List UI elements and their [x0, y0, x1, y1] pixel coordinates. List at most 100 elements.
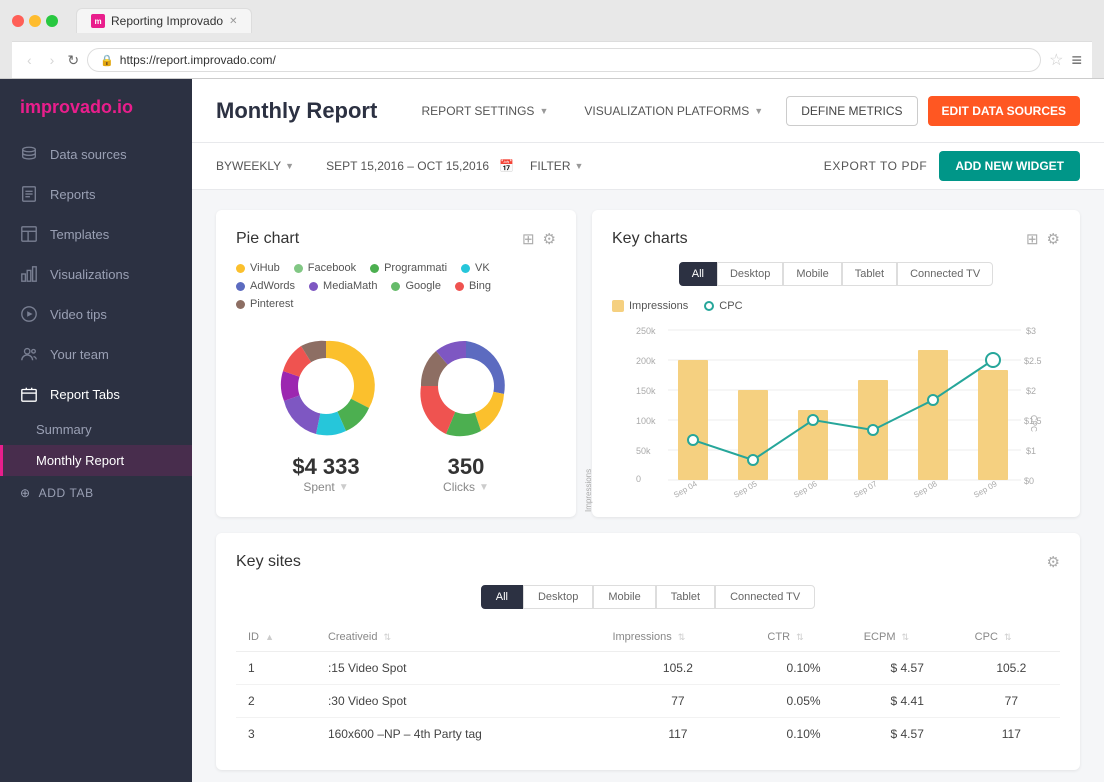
legend-dot — [309, 282, 318, 291]
sort-icon: ▲ — [265, 632, 274, 642]
browser-menu-button[interactable]: ≡ — [1071, 50, 1082, 71]
close-button[interactable] — [12, 15, 24, 27]
svg-text:$2.5: $2.5 — [1024, 356, 1042, 366]
gear-icon[interactable]: ⚙ — [543, 230, 556, 248]
key-tab-desktop[interactable]: Desktop — [717, 262, 783, 286]
impressions-label: Impressions — [629, 300, 688, 312]
team-icon — [20, 345, 38, 363]
sites-tab-tablet[interactable]: Tablet — [656, 585, 715, 609]
sort-icon: ⇅ — [796, 632, 804, 642]
back-button[interactable]: ‹ — [22, 50, 37, 70]
tabs-icon — [20, 385, 38, 403]
report-settings-button[interactable]: REPORT SETTINGS ▼ — [409, 96, 562, 126]
maximize-button[interactable] — [46, 15, 58, 27]
period-caret: ▼ — [285, 161, 294, 171]
add-widget-button[interactable]: ADD NEW WIDGET — [939, 151, 1080, 181]
sidebar-item-label: Templates — [50, 227, 109, 242]
svg-text:100k: 100k — [636, 416, 656, 426]
gear-icon[interactable]: ⚙ — [1047, 230, 1060, 248]
app-container: improvado.io Data sources Reports Templa… — [0, 79, 1104, 782]
legend-label: Bing — [469, 280, 491, 292]
reload-button[interactable]: ↻ — [67, 52, 79, 69]
bookmark-button[interactable]: ☆ — [1049, 50, 1063, 70]
edit-data-sources-button[interactable]: EDIT DATA SOURCES — [928, 96, 1080, 126]
browser-chrome: m Reporting Improvado ✕ ‹ › ↻ 🔒 https://… — [0, 0, 1104, 79]
report-icon — [20, 185, 38, 203]
pie-clicks-value: 350 — [406, 454, 526, 480]
sidebar-item-reports[interactable]: Reports — [0, 174, 192, 214]
th-impressions: Impressions ⇅ — [600, 623, 755, 652]
filterbar-right: EXPORT TO PDF ADD NEW WIDGET — [824, 151, 1080, 181]
add-tab-button[interactable]: ⊕ ADD TAB — [0, 476, 192, 510]
topbar: Monthly Report REPORT SETTINGS ▼ VISUALI… — [192, 79, 1104, 143]
sidebar-report-tab-monthly[interactable]: Monthly Report — [0, 445, 192, 476]
key-tab-mobile[interactable]: Mobile — [783, 262, 841, 286]
define-metrics-label: DEFINE METRICS — [801, 104, 902, 118]
forward-button[interactable]: › — [45, 50, 60, 70]
sidebar-item-your-team[interactable]: Your team — [0, 334, 192, 374]
sidebar-item-report-tabs[interactable]: Report Tabs — [0, 374, 192, 414]
key-chart-icons: ⊞ ⚙ — [1026, 230, 1060, 248]
visualization-platforms-button[interactable]: VISUALIZATION PLATFORMS ▼ — [571, 96, 776, 126]
td-impressions: 117 — [600, 718, 755, 751]
legend-dot — [391, 282, 400, 291]
sidebar-item-visualizations[interactable]: Visualizations — [0, 254, 192, 294]
browser-titlebar: m Reporting Improvado ✕ — [12, 8, 1092, 33]
legend-label: Programmati — [384, 262, 447, 274]
export-pdf-button[interactable]: EXPORT TO PDF — [824, 159, 928, 173]
legend-item: Google — [391, 280, 440, 292]
key-tab-tablet[interactable]: Tablet — [842, 262, 897, 286]
key-charts-header: Key charts ⊞ ⚙ — [612, 230, 1060, 248]
lock-icon: 🔒 — [100, 54, 114, 67]
sidebar-item-data-sources[interactable]: Data sources — [0, 134, 192, 174]
tab-close-icon[interactable]: ✕ — [229, 16, 237, 27]
legend-label: ViHub — [250, 262, 280, 274]
th-ctr: CTR ⇅ — [755, 623, 851, 652]
svg-text:Sep 08: Sep 08 — [912, 479, 939, 500]
sites-tab-connected-tv[interactable]: Connected TV — [715, 585, 815, 609]
sites-tab-mobile[interactable]: Mobile — [593, 585, 655, 609]
sidebar-report-tab-summary[interactable]: Summary — [0, 414, 192, 445]
pie-chart-title: Pie chart — [236, 230, 299, 248]
svg-text:Impressions: Impressions — [584, 469, 593, 512]
report-tab-label: Monthly Report — [36, 453, 124, 468]
add-icon: ⊕ — [20, 486, 31, 500]
sites-tab-all[interactable]: All — [481, 585, 523, 609]
pie-chart-spent: $4 333 Spent ▼ — [266, 326, 386, 494]
key-tab-connected-tv[interactable]: Connected TV — [897, 262, 993, 286]
sidebar-item-templates[interactable]: Templates — [0, 214, 192, 254]
table-row: 1 :15 Video Spot 105.2 0.10% $ 4.57 105.… — [236, 652, 1060, 685]
browser-tab[interactable]: m Reporting Improvado ✕ — [76, 8, 252, 33]
date-range-filter[interactable]: SEPT 15,2016 – OCT 15,2016 📅 — [326, 159, 514, 173]
minimize-button[interactable] — [29, 15, 41, 27]
th-creativeid: Creativeid ⇅ — [316, 623, 601, 652]
sites-tab-desktop[interactable]: Desktop — [523, 585, 593, 609]
legend-item: ViHub — [236, 262, 280, 274]
page-title: Monthly Report — [216, 98, 377, 124]
legend-impressions: Impressions — [612, 300, 688, 312]
td-id: 1 — [236, 652, 316, 685]
td-creativeid: :30 Video Spot — [316, 685, 601, 718]
period-filter[interactable]: BYWEEKLY ▼ — [216, 159, 294, 173]
sidebar-item-label: Video tips — [50, 307, 107, 322]
address-bar[interactable]: 🔒 https://report.improvado.com/ — [87, 48, 1041, 72]
key-chart-tabs: All Desktop Mobile Tablet Connected TV — [612, 262, 1060, 286]
key-sites-gear-icon[interactable]: ⚙ — [1047, 553, 1060, 571]
svg-text:250k: 250k — [636, 326, 656, 336]
filter-button[interactable]: FILTER ▼ — [530, 159, 583, 173]
sort-icon: ⇅ — [384, 632, 392, 642]
define-metrics-button[interactable]: DEFINE METRICS — [786, 96, 917, 126]
grid-icon[interactable]: ⊞ — [1026, 230, 1039, 248]
td-creativeid: :15 Video Spot — [316, 652, 601, 685]
legend-label: Facebook — [308, 262, 356, 274]
grid-icon[interactable]: ⊞ — [522, 230, 535, 248]
svg-text:150k: 150k — [636, 386, 656, 396]
table-header-row: ID ▲ Creativeid ⇅ Impressions ⇅ CTR ⇅ EC… — [236, 623, 1060, 652]
sidebar-item-video-tips[interactable]: Video tips — [0, 294, 192, 334]
pie-chart-icons: ⊞ ⚙ — [522, 230, 556, 248]
table-row: 2 :30 Video Spot 77 0.05% $ 4.41 77 — [236, 685, 1060, 718]
legend-dot — [236, 300, 245, 309]
tab-title: Reporting Improvado — [111, 14, 223, 28]
th-ecpm: ECPM ⇅ — [852, 623, 963, 652]
key-tab-all[interactable]: All — [679, 262, 717, 286]
